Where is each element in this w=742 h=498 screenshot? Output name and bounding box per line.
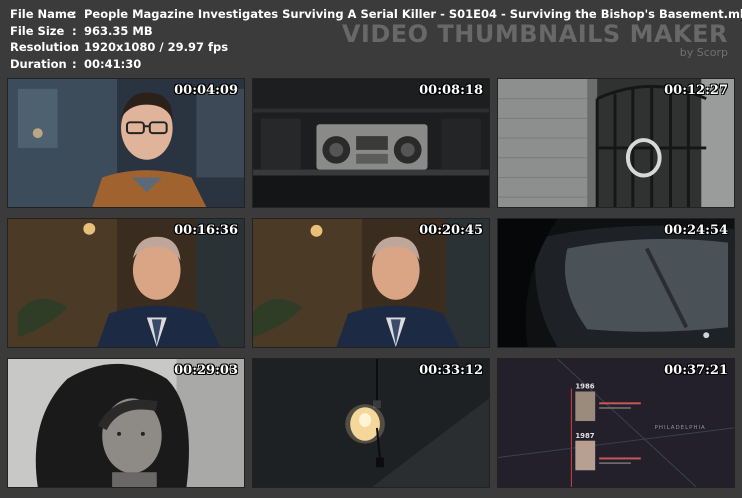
scene-archival-woman — [8, 359, 244, 487]
thumbnail-timestamp: 00:33:12 — [419, 363, 483, 378]
thumbnail-9[interactable]: 1986 1987 PHILADELPHIA 00:37:21 — [497, 358, 735, 488]
thumbnail-grid: 00:04:09 00:08:18 00:12:27 00:16:36 00:2… — [0, 0, 742, 498]
thumbnail-2[interactable]: 00:08:18 — [252, 78, 490, 208]
thumbnail-timestamp: 00:37:21 — [664, 363, 728, 378]
thumbnail-3[interactable]: 00:12:27 — [497, 78, 735, 208]
thumbnail-timestamp: 00:20:45 — [419, 223, 483, 238]
thumbnail-timestamp: 00:04:09 — [174, 83, 238, 98]
scene-interview-older-man — [253, 219, 489, 347]
thumbnail-8[interactable]: 00:33:12 — [252, 358, 490, 488]
thumbnail-timestamp: 00:29:03 — [174, 363, 238, 378]
thumbnail-timestamp: 00:08:18 — [419, 83, 483, 98]
thumbnail-timestamp: 00:12:27 — [664, 83, 728, 98]
thumbnail-timestamp: 00:24:54 — [664, 223, 728, 238]
timeline-year-2: 1987 — [575, 432, 594, 440]
thumbnail-4[interactable]: 00:16:36 — [7, 218, 245, 348]
scene-interview-older-man — [8, 219, 244, 347]
scene-boombox — [253, 79, 489, 207]
scene-iron-gate — [498, 79, 734, 207]
scene-timeline-graphic: 1986 1987 PHILADELPHIA — [498, 359, 734, 487]
timeline-year-1: 1986 — [575, 383, 594, 391]
scene-light-bulb — [253, 359, 489, 487]
scene-car-window — [498, 219, 734, 347]
thumbnail-1[interactable]: 00:04:09 — [7, 78, 245, 208]
thumbnail-5[interactable]: 00:20:45 — [252, 218, 490, 348]
thumbnail-timestamp: 00:16:36 — [174, 223, 238, 238]
timeline-city-label: PHILADELPHIA — [655, 425, 706, 431]
thumbnail-7[interactable]: 00:29:03 — [7, 358, 245, 488]
thumbnail-6[interactable]: 00:24:54 — [497, 218, 735, 348]
scene-interview-young-man — [8, 79, 244, 207]
